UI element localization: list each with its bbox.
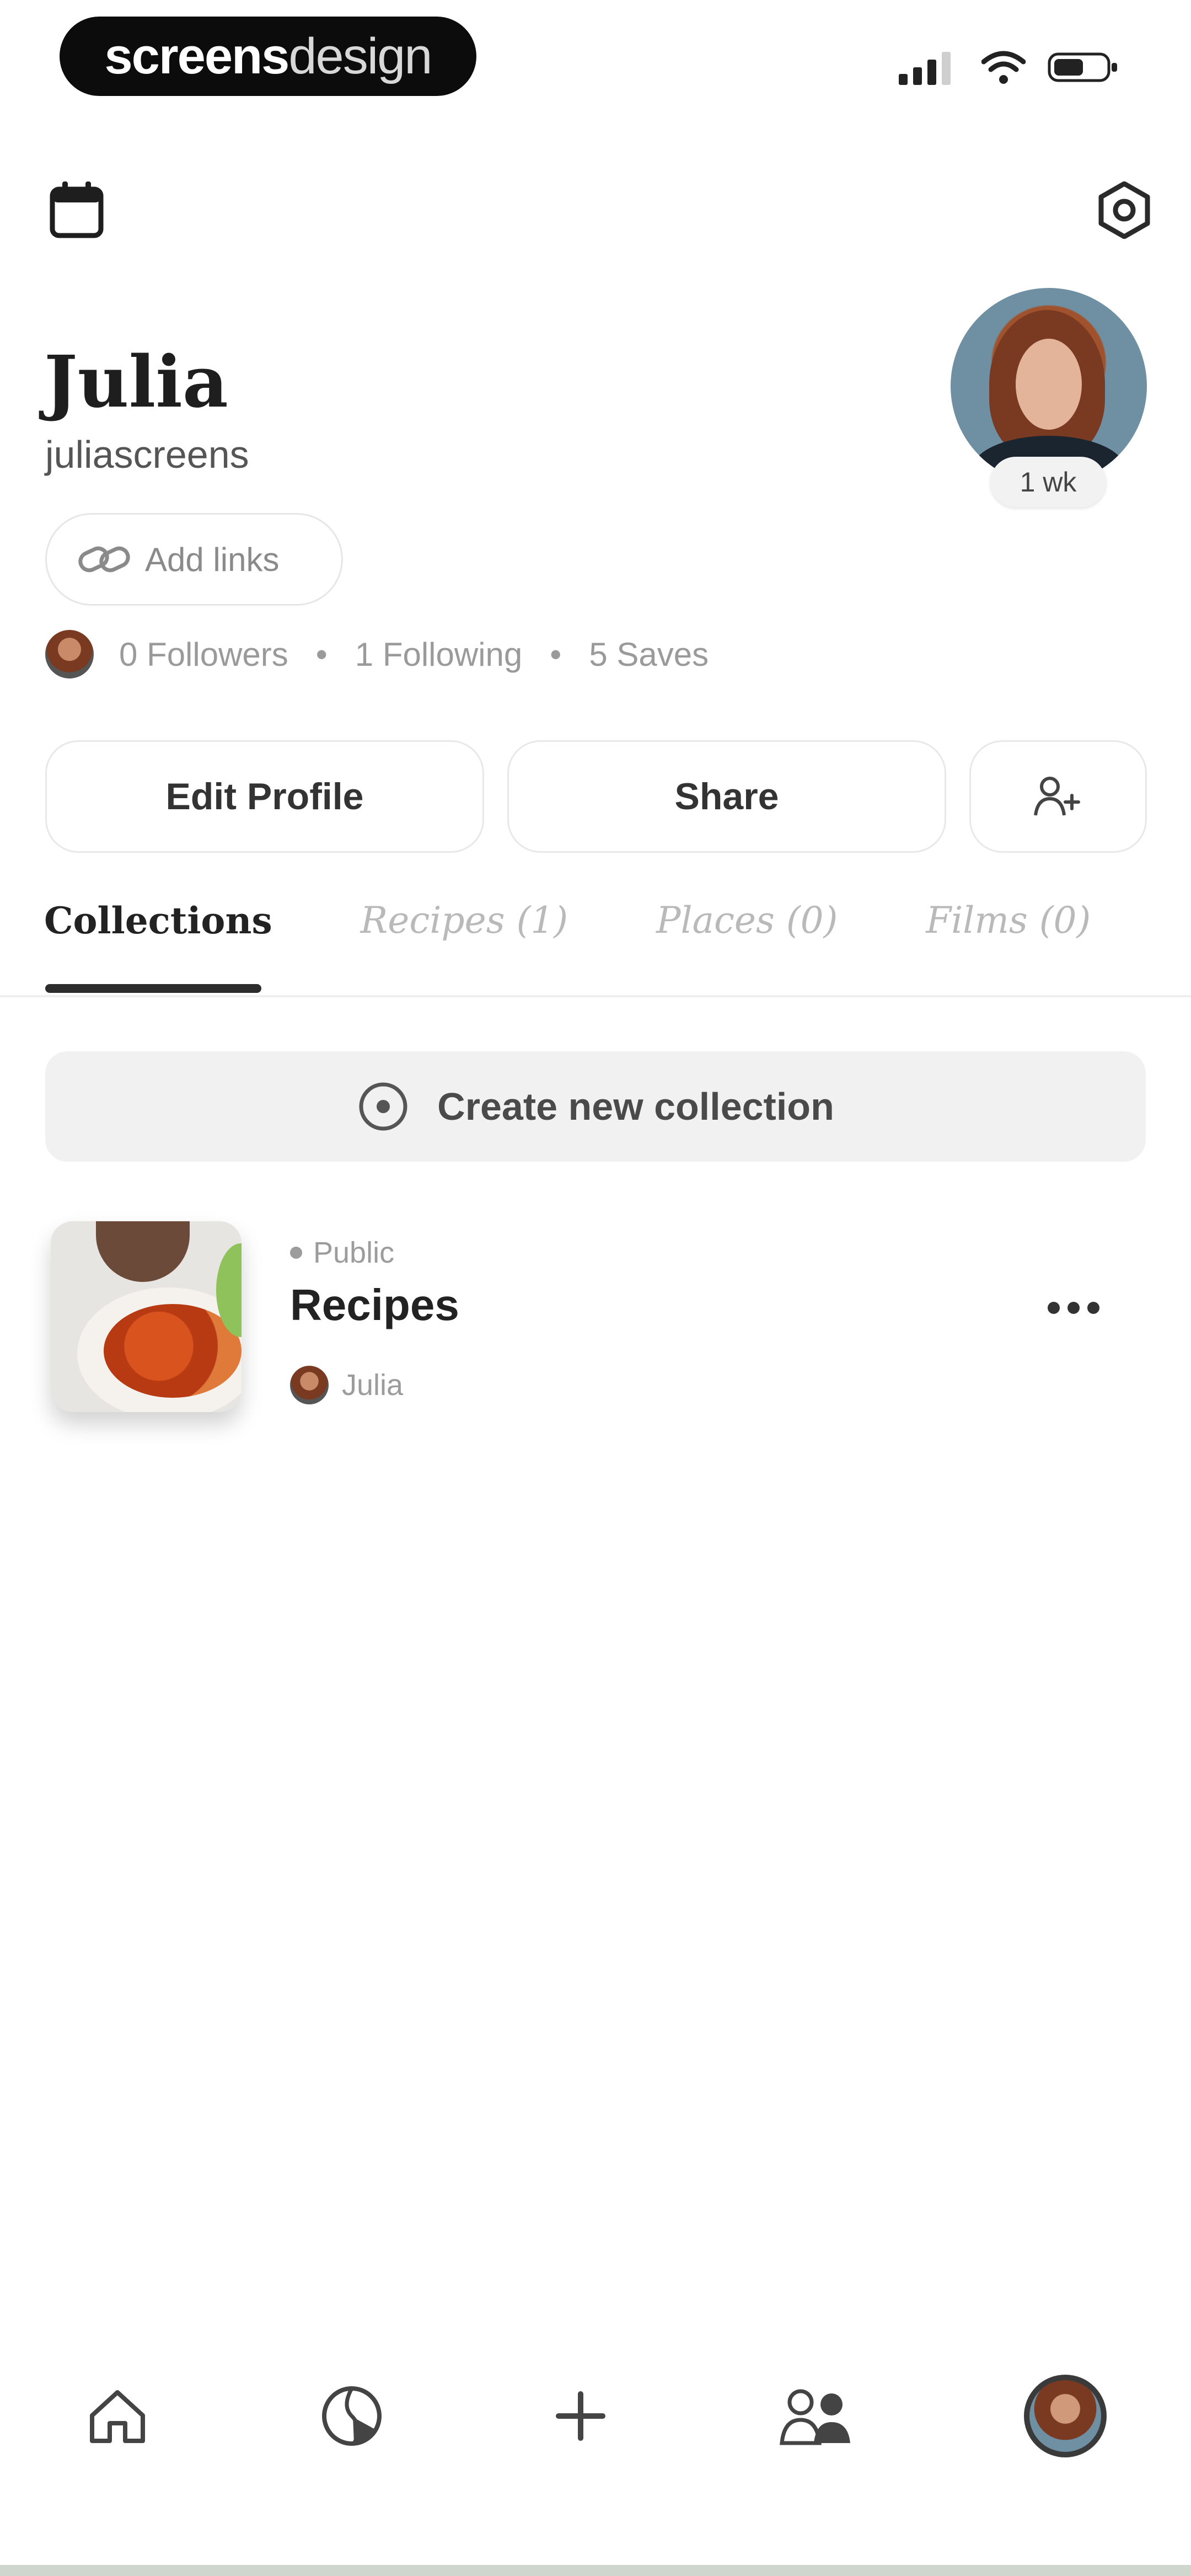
profile-stats: 0 Followers • 1 Following • 5 Saves (45, 630, 709, 678)
nav-home[interactable] (84, 2386, 151, 2446)
visibility-icon (290, 1247, 302, 1259)
battery-icon (1048, 52, 1117, 82)
link-icon (78, 546, 130, 573)
tab-bar: Collections Recipes (1) Places (0) Films… (44, 899, 1091, 942)
tab-places[interactable]: Places (0) (656, 899, 838, 942)
edit-profile-button[interactable]: Edit Profile (45, 740, 484, 853)
collection-thumbnail[interactable] (51, 1221, 242, 1412)
create-collection-button[interactable]: Create new collection (45, 1051, 1146, 1162)
add-user-icon (1034, 777, 1080, 816)
stats-separator: • (550, 635, 562, 673)
stats-separator: • (315, 635, 328, 673)
more-dots-icon (1048, 1302, 1060, 1314)
plus-circle-icon (359, 1082, 407, 1131)
owner-name: Julia (342, 1369, 404, 1402)
active-tab-indicator (45, 984, 261, 993)
wifi-icon (981, 51, 1026, 84)
tab-divider (0, 995, 1191, 997)
followers-count[interactable]: 0 Followers (119, 635, 288, 674)
nav-friends[interactable] (777, 2386, 855, 2446)
add-links-button[interactable]: Add links (45, 513, 343, 606)
signal-icon (899, 52, 951, 85)
nav-profile[interactable] (1023, 2375, 1107, 2457)
tab-recipes[interactable]: Recipes (1) (361, 899, 568, 942)
brand-logo-light: design (288, 28, 432, 84)
settings-button[interactable] (1094, 180, 1155, 241)
tab-films[interactable]: Films (0) (926, 899, 1091, 942)
collection-visibility: Public (290, 1236, 394, 1270)
calendar-button[interactable] (46, 180, 107, 241)
avatar (45, 630, 94, 678)
avatar[interactable] (951, 288, 1147, 484)
gear-icon (1098, 181, 1150, 239)
bottom-nav (0, 2339, 1191, 2493)
bottom-edge (0, 2565, 1191, 2576)
profile-handle: juliascreens (45, 433, 249, 476)
profile-name: Julia (44, 341, 228, 424)
avatar (290, 1366, 329, 1404)
people-icon (779, 2389, 850, 2445)
share-button[interactable]: Share (507, 740, 946, 853)
add-links-label: Add links (145, 541, 280, 578)
brand-logo: screens design (60, 17, 476, 96)
globe-icon (322, 2386, 382, 2446)
nav-explore[interactable] (320, 2384, 384, 2448)
brand-logo-bold: screens (104, 28, 290, 84)
avatar-badge: 1 wk (990, 457, 1106, 507)
create-collection-label: Create new collection (437, 1085, 834, 1128)
following-count[interactable]: 1 Following (355, 635, 523, 674)
more-options-button[interactable] (1048, 1302, 1099, 1314)
plus-icon (555, 2391, 605, 2441)
status-icons (899, 50, 1119, 85)
add-friend-button[interactable] (969, 740, 1147, 853)
collection-owner: Julia (290, 1366, 403, 1404)
home-icon (90, 2390, 146, 2443)
nav-create[interactable] (553, 2388, 608, 2444)
tab-collections[interactable]: Collections (44, 899, 272, 942)
collection-title[interactable]: Recipes (290, 1280, 459, 1330)
calendar-icon (50, 181, 104, 238)
saves-count[interactable]: 5 Saves (589, 635, 709, 674)
visibility-label: Public (313, 1236, 395, 1269)
